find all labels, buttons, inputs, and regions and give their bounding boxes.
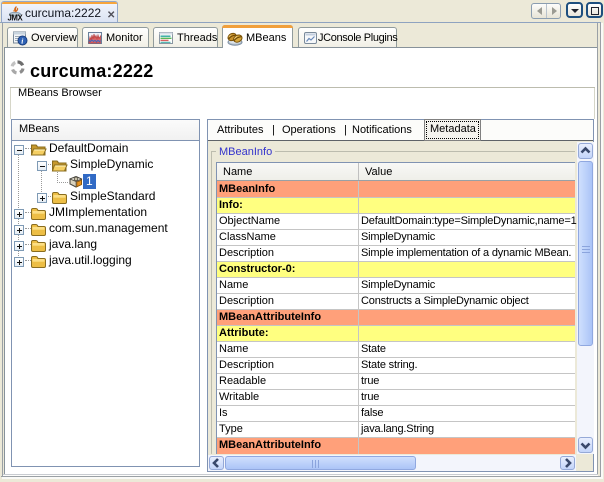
svg-text:JMX: JMX [8,14,24,22]
